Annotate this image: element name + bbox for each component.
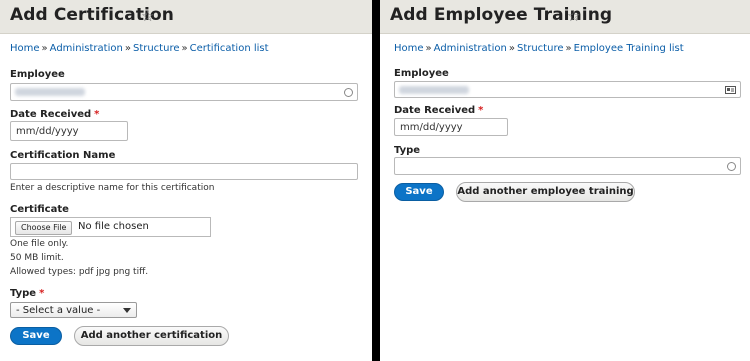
add-employee-training-panel: Add Employee Training ☆ Home» Administrat…	[380, 0, 750, 361]
date-received-field[interactable]: mm/dd/yyyy	[10, 121, 128, 141]
type-select[interactable]: - Select a value -	[10, 302, 137, 318]
page-header: Add Certification ☆	[0, 0, 372, 34]
date-received-placeholder: mm/dd/yyyy	[400, 122, 463, 133]
id-card-icon	[725, 86, 736, 94]
add-another-certification-button[interactable]: Add another certification	[74, 326, 229, 346]
date-received-placeholder: mm/dd/yyyy	[16, 126, 79, 137]
breadcrumb-home[interactable]: Home	[10, 43, 40, 54]
employee-field[interactable]	[10, 83, 358, 101]
type-label: Type	[394, 145, 421, 156]
certificate-file-input[interactable]: Choose File No file chosen	[10, 217, 211, 237]
breadcrumb-administration[interactable]: Administration	[434, 43, 507, 54]
breadcrumb-structure[interactable]: Structure	[517, 43, 564, 54]
type-select-value: - Select a value -	[16, 305, 101, 316]
save-button[interactable]: Save	[10, 327, 62, 345]
certification-name-field[interactable]	[10, 163, 358, 180]
page-header: Add Employee Training ☆	[380, 0, 750, 34]
certification-name-description: Enter a descriptive name for this certif…	[10, 183, 215, 193]
autocomplete-circle-icon	[727, 162, 736, 171]
certificate-help-line: One file only.	[10, 239, 69, 249]
file-status: No file chosen	[78, 221, 149, 232]
employee-field[interactable]	[394, 81, 741, 98]
date-received-label: Date Received *	[10, 109, 100, 120]
autocomplete-circle-icon	[344, 88, 353, 97]
add-certification-panel: Add Certification ☆ Home» Administration»…	[0, 0, 372, 361]
date-received-field[interactable]: mm/dd/yyyy	[394, 118, 508, 136]
type-field[interactable]	[394, 157, 741, 175]
certificate-help-line: Allowed types: pdf jpg png tiff.	[10, 267, 149, 277]
add-another-employee-training-button[interactable]: Add another employee training	[456, 182, 635, 202]
breadcrumb-employee-training-list[interactable]: Employee Training list	[574, 43, 684, 54]
choose-file-button[interactable]: Choose File	[15, 221, 73, 235]
required-marker: *	[478, 105, 484, 116]
required-marker: *	[39, 288, 45, 299]
certificate-help-line: 50 MB limit.	[10, 253, 64, 263]
certificate-label: Certificate	[10, 204, 69, 215]
breadcrumb-structure[interactable]: Structure	[133, 43, 180, 54]
breadcrumb: Home» Administration» Structure» Certificat…	[10, 43, 269, 54]
breadcrumb-home[interactable]: Home	[394, 43, 424, 54]
certification-name-label: Certification Name	[10, 150, 116, 161]
breadcrumb: Home» Administration» Structure» Employee T…	[394, 43, 684, 54]
save-button[interactable]: Save	[394, 183, 444, 201]
type-label: Type *	[10, 288, 45, 299]
chevron-down-icon	[123, 308, 131, 313]
employee-value-redacted	[399, 86, 469, 94]
star-icon[interactable]: ☆	[141, 8, 154, 24]
employee-value-redacted	[15, 88, 85, 96]
required-marker: *	[94, 109, 100, 120]
star-icon[interactable]: ☆	[567, 8, 580, 24]
breadcrumb-certification-list[interactable]: Certification list	[190, 43, 269, 54]
date-received-label: Date Received *	[394, 105, 484, 116]
employee-label: Employee	[10, 69, 65, 80]
breadcrumb-administration[interactable]: Administration	[50, 43, 123, 54]
employee-label: Employee	[394, 68, 449, 79]
